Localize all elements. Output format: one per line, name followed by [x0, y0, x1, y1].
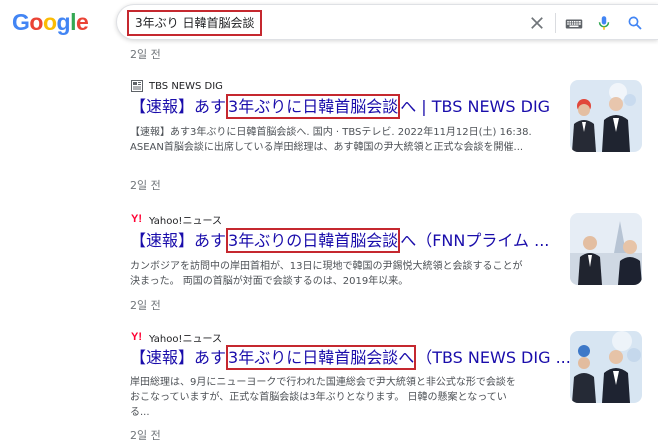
title-suffix: へ | TBS NEWS DIG — [400, 97, 551, 116]
title-prefix: 【速報】あす — [130, 348, 227, 367]
result-age: 2일 전 — [130, 429, 161, 442]
logo-letter: o — [42, 9, 57, 35]
source-name: Yahoo!ニュース — [149, 215, 222, 227]
result-snippet: 【速報】あす3年ぶりに日韓首脳会談へ. 国内 · TBSテレビ. 2022年11… — [130, 125, 550, 155]
search-box[interactable]: 3年ぶり 日韓首脳会談 — [116, 4, 658, 40]
search-result: Y! Yahoo!ニュース 【速報】あす 3年ぶりの日韓首脳会談 へ（FNNプライム… — [130, 212, 560, 312]
previous-result-age: 2일 전 — [130, 48, 161, 61]
result-age: 2일 전 — [130, 299, 161, 312]
close-icon[interactable] — [528, 14, 546, 32]
logo-letter: g — [56, 9, 71, 35]
result-thumbnail[interactable] — [570, 331, 642, 403]
result-title-link[interactable]: 【速報】あす 3年ぶりに日韓首脳会談へ （TBS NEWS DIG ... — [130, 345, 571, 370]
snippet-line: 【速報】あす3年ぶりに日韓首脳会談へ. 国内 · TBSテレビ. 2022年11… — [130, 127, 532, 138]
newspaper-icon — [130, 80, 143, 93]
snippet-line: カンボジアを訪問中の岸田首相が、13日に現地で韓国の尹錫悦大統領と会談することが — [130, 261, 523, 272]
google-logo[interactable]: Google — [12, 8, 89, 36]
logo-letter: o — [29, 9, 43, 35]
search-input[interactable]: 3年ぶり 日韓首脳会談 — [127, 10, 263, 36]
search-result: Y! Yahoo!ニュース 【速報】あす 3年ぶりに日韓首脳会談へ （TBS NEW… — [130, 330, 571, 445]
result-snippet: カンボジアを訪問中の岸田首相が、13日に現地で韓国の尹錫悦大統領と会談することが… — [130, 259, 550, 289]
yahoo-icon: Y! — [131, 331, 142, 343]
result-source[interactable]: Y! Yahoo!ニュース — [130, 330, 222, 345]
source-name: TBS NEWS DIG — [149, 80, 223, 92]
result-thumbnail[interactable] — [570, 80, 642, 152]
title-suffix: （TBS NEWS DIG ... — [416, 348, 571, 367]
result-snippet: 岸田総理は、9月にニューヨークで行われた国連総会で尹大統領と非公式な形で会談を … — [130, 375, 550, 420]
result-title-link[interactable]: 【速報】あす 3年ぶりの日韓首脳会談 へ（FNNプライム ... — [130, 228, 550, 253]
title-prefix: 【速報】あす — [130, 231, 227, 250]
result-age: 2일 전 — [130, 179, 161, 192]
search-result: TBS NEWS DIG 【速報】あす 3年ぶりに日韓首脳会談へ | TBS NE… — [130, 79, 560, 192]
result-source[interactable]: Y! Yahoo!ニュース — [130, 212, 222, 227]
snippet-line: 決まった。 両国の首脳が対面で会談するのは、2019年以来。 — [130, 276, 409, 287]
result-thumbnail[interactable] — [570, 213, 642, 285]
top-bar: Google 3年ぶり 日韓首脳会談 — [0, 0, 658, 44]
result-title-link[interactable]: 【速報】あす 3年ぶりに日韓首脳会談へ | TBS NEWS DIG — [130, 94, 551, 119]
snippet-line: る... — [130, 407, 150, 418]
title-prefix: 【速報】あす — [130, 97, 227, 116]
logo-letter: e — [75, 9, 89, 35]
mic-icon[interactable] — [595, 14, 613, 32]
snippet-line: 岸田総理は、9月にニューヨークで行われた国連総会で尹大統領と非公式な形で会談を — [130, 377, 516, 388]
logo-letter: G — [12, 9, 30, 35]
keyboard-icon[interactable] — [565, 15, 583, 33]
searchbox-divider — [555, 13, 556, 33]
title-highlight: 3年ぶりの日韓首脳会談 — [226, 228, 401, 253]
source-name: Yahoo!ニュース — [149, 333, 222, 345]
snippet-line: ASEAN首脳会談に出席している岸田総理は、あす韓国の尹大統領と正式な会談を開催… — [130, 142, 524, 153]
title-highlight: 3年ぶりに日韓首脳会談へ — [226, 345, 417, 370]
yahoo-icon: Y! — [131, 213, 142, 225]
snippet-line: おこなっていますが、正式な首脳会談は3年ぶりとなります。 日韓の懸案となってい — [130, 392, 507, 403]
search-icon[interactable] — [626, 14, 644, 32]
title-highlight: 3年ぶりに日韓首脳会談 — [226, 94, 401, 119]
result-source[interactable]: TBS NEWS DIG — [130, 79, 223, 93]
title-suffix: へ（FNNプライム ... — [400, 231, 550, 250]
